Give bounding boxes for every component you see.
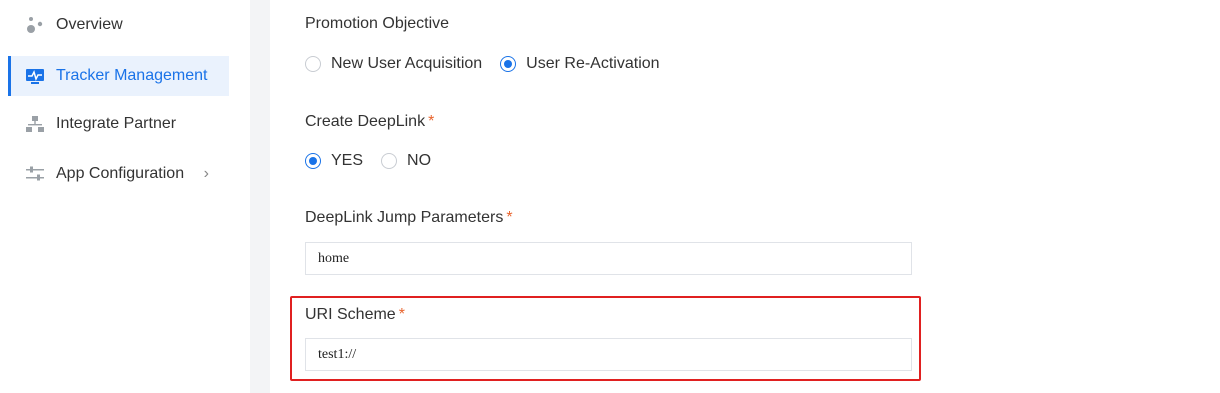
field-label-text: Promotion Objective	[305, 15, 450, 32]
radio-yes[interactable]: YES	[305, 152, 363, 170]
radio-no[interactable]: NO	[381, 152, 431, 170]
field-label-text: Create DeepLink	[305, 113, 426, 130]
create-deeplink-radio-group: YES NO	[305, 152, 449, 170]
required-mark: *	[506, 209, 513, 226]
promotion-objective-radio-group: New User Acquisition User Re-Activation	[305, 55, 678, 73]
sidebar-item-label: Integrate Partner	[56, 115, 177, 132]
uri-scheme-input[interactable]: test1://	[305, 338, 912, 371]
deeplink-params-label: DeepLink Jump Parameters *	[305, 209, 513, 227]
create-deeplink-label: Create DeepLink *	[305, 113, 434, 131]
tracker-icon	[24, 65, 46, 87]
radio-label: NO	[407, 152, 432, 169]
sidebar-item-integrate-partner[interactable]: Integrate Partner	[8, 104, 229, 144]
deeplink-params-input[interactable]: home	[305, 242, 912, 275]
required-mark: *	[428, 113, 435, 130]
sidebar-item-label: Overview	[56, 16, 123, 33]
overview-icon	[24, 14, 46, 36]
sidebar-item-overview[interactable]: Overview	[8, 5, 229, 45]
radio-new-user-acquisition[interactable]: New User Acquisition	[305, 55, 482, 73]
radio-button-selected[interactable]	[305, 153, 321, 169]
radio-user-re-activation[interactable]: User Re-Activation	[500, 55, 660, 73]
sidebar-item-app-configuration[interactable]: App Configuration ›	[8, 154, 229, 194]
sidebar-item-label: Tracker Management	[56, 67, 208, 84]
radio-button-selected[interactable]	[500, 56, 517, 72]
input-value: home	[318, 250, 350, 266]
radio-button[interactable]	[305, 56, 321, 72]
required-mark: *	[398, 306, 405, 323]
sidebar: Overview Tracker Management Integrate Pa…	[0, 0, 250, 393]
uri-scheme-label: URI Scheme *	[305, 306, 405, 324]
promotion-objective-label: Promotion Objective	[305, 15, 449, 33]
input-value: test1://	[318, 346, 357, 362]
field-label-text: URI Scheme	[305, 306, 396, 323]
field-label-text: DeepLink Jump Parameters	[305, 209, 504, 226]
radio-label: YES	[331, 152, 364, 169]
radio-label: New User Acquisition	[331, 55, 483, 72]
content-gutter	[250, 0, 270, 393]
sliders-icon	[24, 163, 46, 185]
sidebar-item-label: App Configuration	[56, 165, 185, 182]
radio-label: User Re-Activation	[526, 55, 660, 72]
radio-button[interactable]	[381, 153, 398, 169]
chevron-right-icon: ›	[203, 165, 209, 182]
partner-icon	[24, 113, 46, 135]
sidebar-item-tracker-management[interactable]: Tracker Management	[8, 56, 229, 96]
